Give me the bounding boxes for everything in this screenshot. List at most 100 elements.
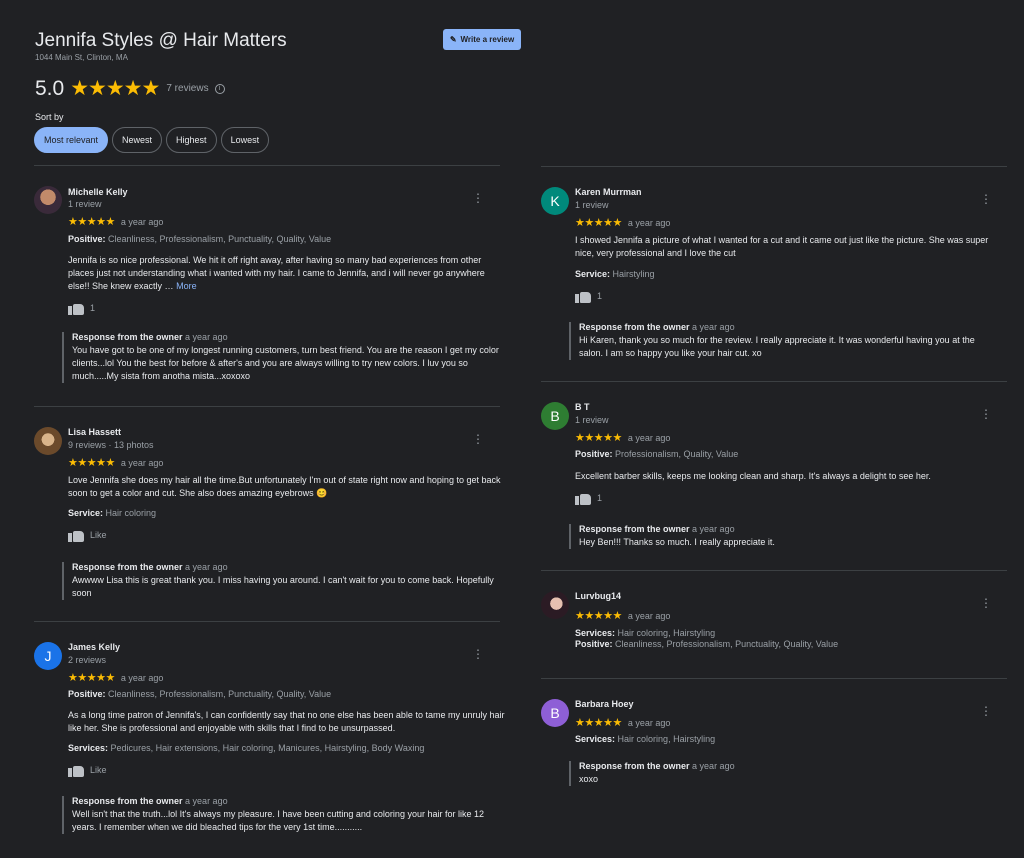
review-rating: ★★★★★ a year ago — [575, 610, 671, 622]
review-attributes: Positive: Cleanliness, Professionalism, … — [575, 639, 839, 649]
review-services: Services: Pedicures, Hair extensions, Ha… — [68, 743, 425, 753]
sort-most-relevant[interactable]: Most relevant — [34, 127, 109, 153]
more-options-icon[interactable]: ⋮ — [472, 648, 484, 660]
review-count[interactable]: 7 reviews — [166, 83, 208, 94]
more-options-icon[interactable]: ⋮ — [472, 192, 484, 204]
divider — [541, 381, 1007, 382]
divider — [34, 621, 500, 622]
avatar[interactable]: B — [541, 402, 569, 430]
thumbs-up-icon — [575, 289, 591, 303]
like-button[interactable]: Like — [68, 763, 107, 777]
like-count: Like — [90, 530, 107, 540]
like-count: 1 — [90, 303, 96, 313]
info-icon[interactable]: i — [214, 83, 225, 94]
review-text: I showed Jennifa a picture of what I wan… — [575, 235, 989, 258]
thumbs-up-icon — [68, 301, 84, 315]
like-button[interactable]: Like — [68, 528, 107, 542]
owner-response: Response from the owner a year ago Awwww… — [62, 562, 502, 600]
reviewer-stats: 9 reviews · 13 photos — [68, 440, 154, 450]
review-time: a year ago — [627, 717, 671, 728]
response-text: Hi Karen, thank you so much for the revi… — [579, 335, 975, 358]
reviewer-name[interactable]: Lisa Hassett — [68, 427, 121, 437]
divider — [34, 165, 500, 166]
review-text: As a long time patron of Jennifa's, I ca… — [68, 710, 505, 733]
more-link[interactable]: More — [176, 281, 197, 291]
review-time: a year ago — [627, 217, 671, 228]
review-card: Lurvbug14 ⋮ ★★★★★ a year ago Services: H… — [541, 591, 1011, 661]
owner-response: Response from the owner a year ago Well … — [62, 796, 502, 834]
review-attributes: Service: Hairstyling — [575, 269, 655, 279]
avatar[interactable] — [541, 591, 569, 619]
write-review-button[interactable]: ✎ Write a review — [443, 29, 521, 50]
more-options-icon[interactable]: ⋮ — [472, 433, 484, 445]
like-button[interactable]: 1 — [575, 491, 602, 505]
review-rating: ★★★★★ a year ago — [68, 672, 164, 684]
review-card: Lisa Hassett 9 reviews · 13 photos ⋮ ★★★… — [34, 427, 504, 607]
sort-label: Sort by — [35, 112, 64, 122]
owner-response: Response from the owner a year ago You h… — [62, 332, 502, 383]
thumbs-up-icon — [575, 491, 591, 505]
divider — [541, 570, 1007, 571]
review-text: Excellent barber skills, keeps me lookin… — [575, 471, 931, 481]
reviewer-name[interactable]: Barbara Hoey — [575, 699, 634, 709]
reviewer-name[interactable]: Lurvbug14 — [575, 591, 621, 601]
review-services: Services: Hair coloring, Hairstyling — [575, 734, 716, 744]
owner-response: Response from the owner a year ago Hey B… — [569, 524, 999, 549]
response-text: Hey Ben!!! Thanks so much. I really appr… — [579, 537, 775, 547]
reviewer-stats: 1 review — [575, 415, 609, 425]
reviewer-stats: 2 reviews — [68, 655, 107, 665]
like-button[interactable]: 1 — [68, 301, 95, 315]
review-rating: ★★★★★ a year ago — [575, 217, 671, 229]
like-button[interactable]: 1 — [575, 289, 602, 303]
review-rating: ★★★★★ a year ago — [575, 717, 671, 729]
overall-rating: 5.0 ★★★★★ 7 reviews i — [35, 76, 225, 101]
review-text: Love Jennifa she does my hair all the ti… — [68, 475, 501, 498]
avatar[interactable] — [34, 427, 62, 455]
avatar[interactable]: K — [541, 187, 569, 215]
sort-options: Most relevant Newest Highest Lowest — [34, 127, 270, 153]
more-options-icon[interactable]: ⋮ — [980, 705, 992, 717]
avatar[interactable]: J — [34, 642, 62, 670]
reviewer-name[interactable]: Michelle Kelly — [68, 187, 128, 197]
response-text: Awwww Lisa this is great thank you. I mi… — [72, 575, 494, 598]
sort-newest[interactable]: Newest — [112, 127, 163, 153]
review-rating: ★★★★★ a year ago — [68, 215, 163, 228]
reviewer-name[interactable]: Karen Murrman — [575, 187, 642, 197]
review-card: Michelle Kelly 1 review ⋮ ★★★★★ a year a… — [34, 186, 504, 396]
rating-value: 5.0 — [35, 76, 65, 100]
like-count: 1 — [597, 493, 603, 503]
review-card: K Karen Murrman 1 review ⋮ ★★★★★ a year … — [541, 187, 1011, 367]
business-address: 1044 Main St, Clinton, MA — [35, 53, 128, 62]
avatar[interactable] — [34, 186, 62, 214]
divider — [541, 678, 1007, 679]
review-text: Jennifa is so nice professional. We hit … — [68, 255, 485, 291]
reviewer-name[interactable]: James Kelly — [68, 642, 120, 652]
thumbs-up-icon — [68, 528, 84, 542]
owner-response: Response from the owner a year ago Hi Ka… — [569, 322, 999, 360]
review-stars: ★★★★★ — [68, 216, 115, 228]
thumbs-up-icon — [68, 763, 84, 777]
more-options-icon[interactable]: ⋮ — [980, 193, 992, 205]
reviewer-name[interactable]: B T — [575, 402, 590, 412]
review-time: a year ago — [627, 610, 671, 621]
review-attributes: Service: Hair coloring — [68, 508, 157, 518]
response-text: Well isn't that the truth...lol It's alw… — [72, 809, 484, 832]
sort-highest[interactable]: Highest — [166, 127, 217, 153]
review-services: Services: Hair coloring, Hairstyling — [575, 628, 716, 638]
sort-lowest[interactable]: Lowest — [220, 127, 270, 153]
more-options-icon[interactable]: ⋮ — [980, 597, 992, 609]
review-attributes: Positive: Professionalism, Quality, Valu… — [575, 449, 739, 459]
review-card: B Barbara Hoey ⋮ ★★★★★ a year ago Servic… — [541, 699, 1011, 799]
review-card: B B T 1 review ⋮ ★★★★★ a year ago Positi… — [541, 402, 1011, 562]
review-time: a year ago — [120, 672, 164, 683]
owner-response: Response from the owner a year ago xoxo — [569, 761, 999, 786]
pencil-icon: ✎ — [449, 35, 457, 44]
like-count: Like — [90, 765, 107, 775]
review-card: J James Kelly 2 reviews ⋮ ★★★★★ a year a… — [34, 642, 504, 842]
more-options-icon[interactable]: ⋮ — [980, 408, 992, 420]
avatar[interactable]: B — [541, 699, 569, 727]
response-text: You have got to be one of my longest run… — [72, 345, 499, 381]
divider — [541, 166, 1007, 167]
rating-stars: ★★★★★ — [70, 77, 160, 100]
divider — [34, 406, 500, 407]
